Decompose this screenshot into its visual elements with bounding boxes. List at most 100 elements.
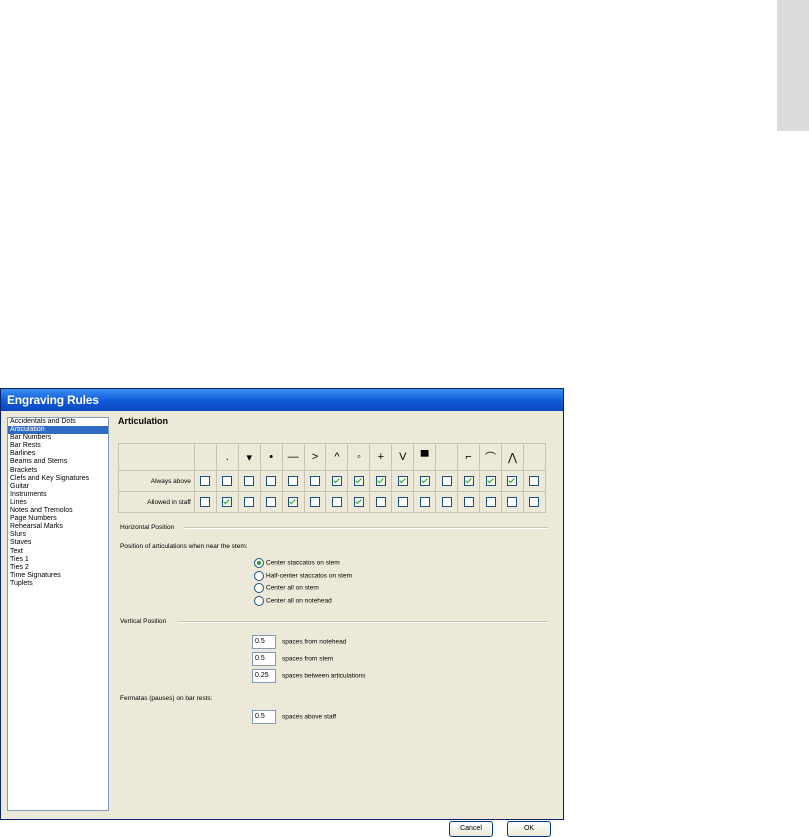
checkbox-cell — [237, 491, 261, 513]
sidebar-item[interactable]: Time Signatures — [8, 572, 108, 580]
articulation-checkbox[interactable] — [222, 475, 233, 486]
ok-button[interactable]: OK — [507, 821, 551, 837]
articulation-checkbox[interactable] — [529, 496, 540, 507]
sidebar-item[interactable]: Rehearsal Marks — [8, 523, 108, 531]
cancel-button[interactable]: Cancel — [449, 821, 493, 837]
sidebar-item[interactable]: Brackets — [8, 467, 108, 475]
sidebar-item[interactable]: Clefs and Key Signatures — [8, 475, 108, 483]
articulation-checkbox[interactable] — [441, 496, 452, 507]
checkbox-cell — [325, 470, 349, 492]
radio-option[interactable]: Center all on stem — [254, 583, 319, 593]
articulation-symbol: ▾ — [237, 443, 261, 471]
dialog-title: Engraving Rules — [1, 389, 563, 411]
radio-label: Center all on stem — [266, 584, 319, 592]
articulation-checkbox[interactable] — [288, 496, 299, 507]
checkbox-cell — [479, 491, 502, 513]
checkbox-cell — [259, 491, 283, 513]
articulation-checkbox[interactable] — [353, 475, 364, 486]
spacing-input[interactable]: 0.5 — [252, 635, 276, 649]
checkbox-cell — [479, 470, 502, 492]
vertical-position-heading: Vertical Position — [120, 618, 167, 625]
sidebar-item[interactable]: Text — [8, 548, 108, 556]
radio-label: Half-center staccatos on stem — [266, 572, 352, 580]
sidebar-item[interactable]: Beams and Stems — [8, 458, 108, 466]
articulation-checkbox[interactable] — [485, 496, 496, 507]
sidebar-item[interactable]: Accidentals and Dots — [8, 418, 108, 426]
fermatas-heading: Fermatas (pauses) on bar rests: — [120, 695, 213, 702]
articulation-symbol: ▀ — [413, 443, 437, 471]
articulation-checkbox[interactable] — [331, 496, 342, 507]
articulation-checkbox[interactable] — [310, 496, 321, 507]
articulation-checkbox[interactable] — [266, 475, 277, 486]
articulation-checkbox[interactable] — [266, 496, 277, 507]
sidebar-item[interactable]: Bar Rests — [8, 442, 108, 450]
articulation-checkbox[interactable] — [463, 496, 474, 507]
articulation-symbol: — — [281, 443, 305, 471]
radio-button[interactable] — [254, 570, 264, 581]
radio-option[interactable]: Center staccatos on stem — [254, 558, 340, 568]
articulation-checkbox[interactable] — [310, 475, 321, 486]
checkbox-cell — [435, 491, 459, 513]
articulation-checkbox[interactable] — [353, 496, 364, 507]
articulation-symbol — [435, 443, 459, 471]
sidebar-item[interactable]: Lines — [8, 499, 108, 507]
articulation-panel: Articulation . ▾ • — > ^ ◦ + V ▀ ⌐ ⌒ ⋀ Always above Al… — [116, 413, 556, 837]
articulation-checkbox[interactable] — [507, 475, 518, 486]
articulation-checkbox[interactable] — [200, 475, 211, 486]
checkbox-cell — [369, 491, 393, 513]
articulation-checkbox[interactable] — [375, 475, 386, 486]
radio-button[interactable] — [254, 583, 264, 593]
articulation-checkbox[interactable] — [375, 496, 386, 507]
articulation-checkbox[interactable] — [463, 475, 474, 486]
sidebar-item[interactable]: Articulation — [8, 426, 108, 435]
sidebar-item[interactable]: Bar Numbers — [8, 434, 108, 442]
articulation-symbol: ⌒ — [479, 443, 502, 471]
radio-option[interactable]: Center all on notehead — [254, 595, 332, 606]
sidebar-item[interactable]: Page Numbers — [8, 515, 108, 523]
sidebar-item[interactable]: Ties 1 — [8, 556, 108, 564]
divider — [184, 527, 548, 529]
rules-category-list[interactable]: Accidentals and Dots Articulation Bar Numb… — [7, 417, 109, 811]
spacing-input[interactable]: 0.25 — [252, 669, 276, 683]
checkbox-cell — [259, 470, 283, 492]
row-label: Always above — [118, 470, 195, 492]
articulation-checkbox[interactable] — [419, 496, 430, 507]
radio-button[interactable] — [254, 558, 264, 568]
checkbox-cell — [347, 470, 371, 492]
sidebar-item[interactable]: Guitar — [8, 483, 108, 491]
sidebar-item[interactable]: Ties 2 — [8, 564, 108, 572]
articulation-checkbox[interactable] — [441, 475, 452, 486]
checkbox-cell — [413, 470, 437, 492]
checkbox-cell — [215, 491, 239, 513]
articulation-checkbox[interactable] — [485, 475, 496, 486]
articulation-symbol: . — [215, 443, 239, 471]
table-corner — [118, 443, 195, 471]
engraving-rules-dialog: Engraving Rules Accidentals and Dots Arti… — [0, 388, 564, 837]
articulation-checkbox[interactable] — [222, 496, 233, 507]
sidebar-item[interactable]: Notes and Tremolos — [8, 507, 108, 515]
articulation-checkbox[interactable] — [397, 475, 408, 486]
articulation-checkbox[interactable] — [397, 496, 408, 507]
articulation-checkbox[interactable] — [419, 475, 430, 486]
articulation-symbol: ⋀ — [500, 443, 524, 471]
articulation-checkbox[interactable] — [244, 496, 255, 507]
articulation-symbol: ◦ — [347, 443, 371, 471]
sidebar-item[interactable]: Staves — [8, 539, 108, 547]
radio-option[interactable]: Half-center staccatos on stem — [254, 570, 352, 581]
articulation-checkbox[interactable] — [331, 475, 342, 486]
spacing-input[interactable]: 0.5 — [252, 652, 276, 666]
articulation-checkbox[interactable] — [507, 496, 518, 507]
articulation-checkbox[interactable] — [288, 475, 299, 486]
sidebar-item[interactable]: Barlines — [8, 450, 108, 458]
row-label: Allowed in staff — [118, 491, 195, 513]
articulation-checkbox[interactable] — [529, 475, 540, 486]
checkbox-cell — [457, 491, 481, 513]
checkbox-cell — [281, 470, 305, 492]
sidebar-item[interactable]: Slurs — [8, 531, 108, 539]
sidebar-item[interactable]: Tuplets — [8, 580, 108, 588]
sidebar-item[interactable]: Instruments — [8, 491, 108, 499]
fermata-spaces-input[interactable]: 0.5 — [252, 710, 276, 724]
articulation-checkbox[interactable] — [244, 475, 255, 486]
radio-button[interactable] — [254, 595, 264, 606]
articulation-checkbox[interactable] — [200, 496, 211, 507]
